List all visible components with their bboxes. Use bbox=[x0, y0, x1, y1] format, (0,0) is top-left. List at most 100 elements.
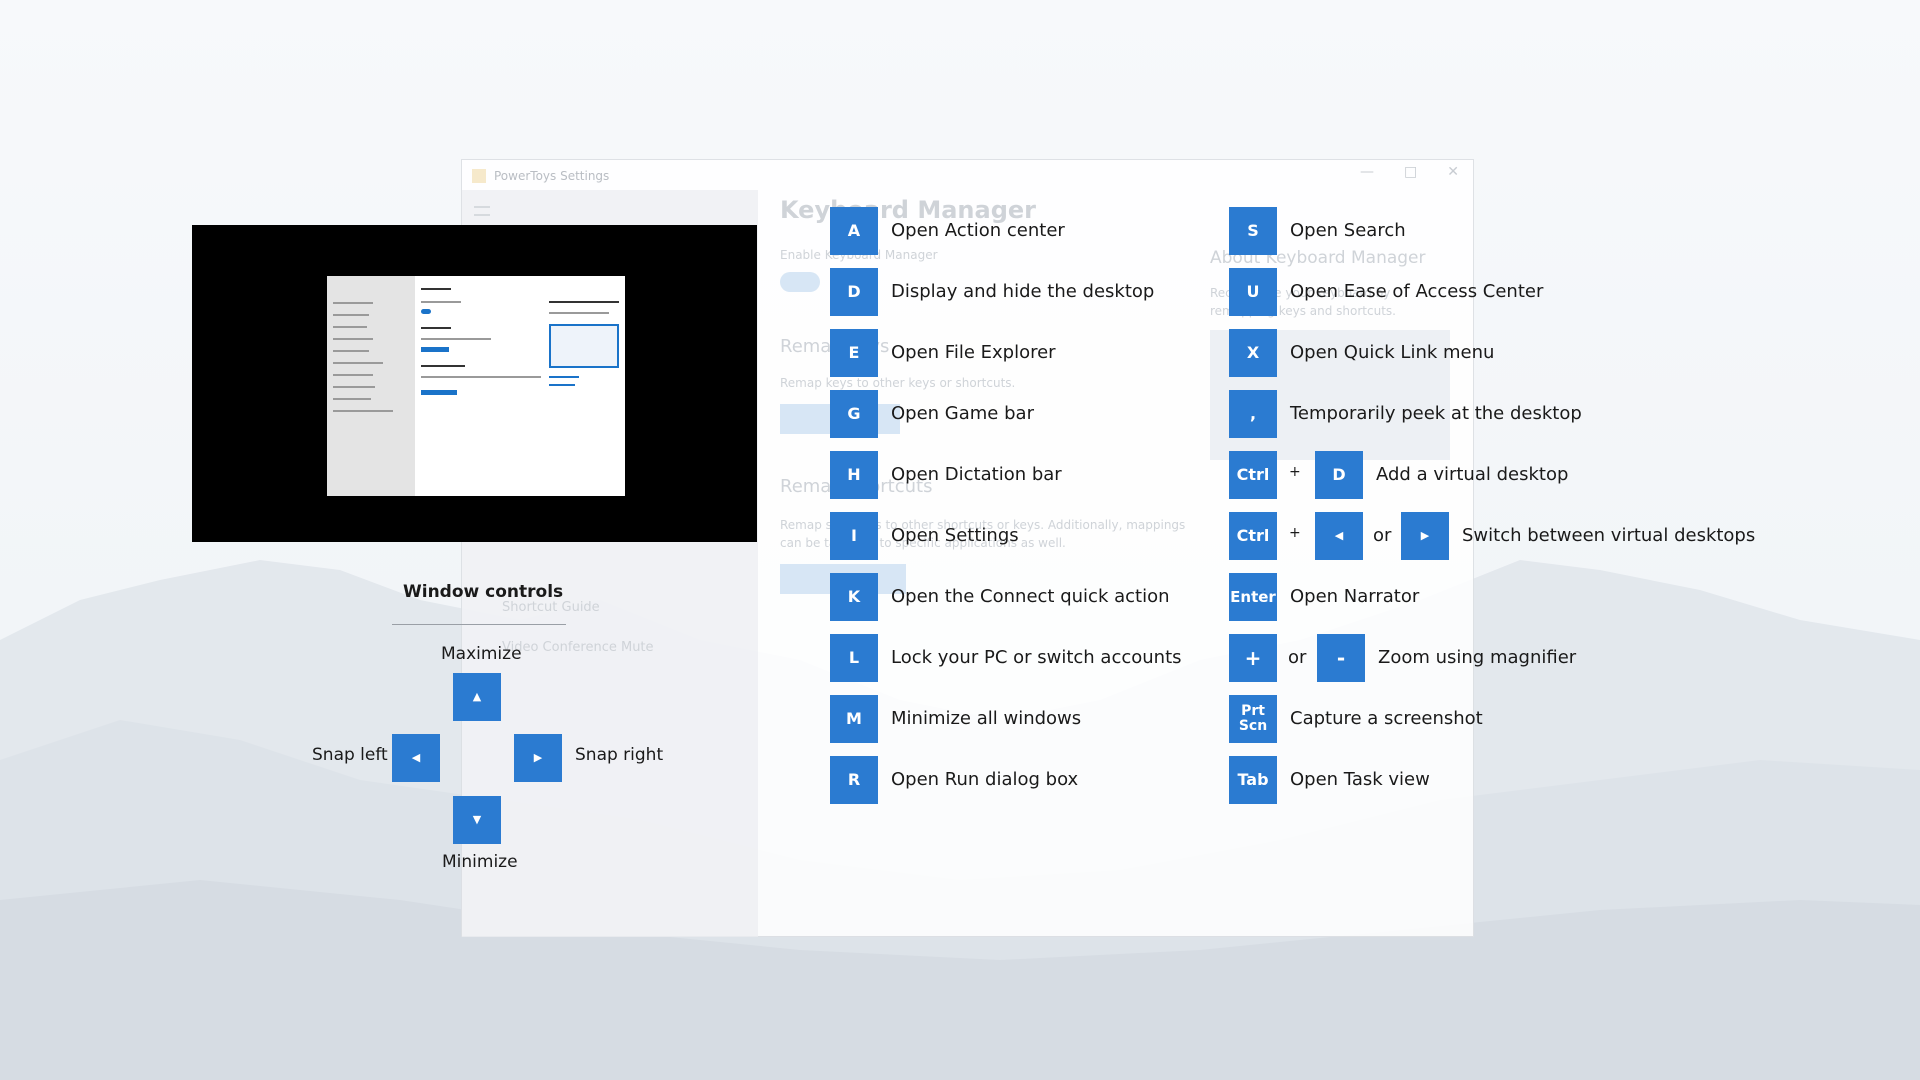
preview-line bbox=[333, 410, 393, 412]
maximize-label: Maximize bbox=[441, 644, 522, 664]
up-arrow-key: ▲ bbox=[453, 673, 501, 721]
preview-link bbox=[549, 384, 575, 386]
key-enter: Enter bbox=[1229, 573, 1277, 621]
shortcut-desc: Lock your PC or switch accounts bbox=[891, 647, 1182, 668]
preview-line bbox=[421, 338, 491, 340]
key-minus: - bbox=[1317, 634, 1365, 682]
sidebar-item-video-conference-mute[interactable]: Video Conference Mute bbox=[502, 640, 654, 655]
minimize-label: Minimize bbox=[442, 852, 518, 872]
key-m: M bbox=[830, 695, 878, 743]
shortcut-desc: Open Task view bbox=[1290, 769, 1430, 790]
left-arrow-key: ◀ bbox=[392, 734, 440, 782]
maximize-window-icon[interactable]: □ bbox=[1404, 164, 1417, 180]
key-print-screen-line2: Scn bbox=[1238, 718, 1268, 734]
plus-sign: + bbox=[1289, 525, 1301, 541]
window-controls-title: Window controls bbox=[403, 582, 564, 602]
close-window-icon[interactable]: ✕ bbox=[1447, 164, 1459, 180]
preview-line bbox=[421, 288, 451, 290]
snap-right-label: Snap right bbox=[575, 745, 664, 765]
key-i: I bbox=[830, 512, 878, 560]
preview-line bbox=[549, 301, 619, 303]
arrow-down-icon: ▼ bbox=[472, 813, 482, 826]
key-ctrl: Ctrl bbox=[1229, 451, 1277, 499]
shortcut-desc: Open Action center bbox=[891, 220, 1065, 241]
preview-screenshot bbox=[192, 225, 757, 542]
window-caption-buttons: — □ ✕ bbox=[1360, 164, 1459, 180]
preview-line bbox=[421, 327, 451, 329]
window-title: PowerToys Settings bbox=[494, 169, 610, 183]
arrow-left-icon: ◀ bbox=[411, 751, 421, 764]
hamburger-menu-icon[interactable] bbox=[474, 206, 490, 216]
shortcut-desc: Open Ease of Access Center bbox=[1290, 281, 1544, 302]
shortcut-desc: Open the Connect quick action bbox=[891, 586, 1170, 607]
key-comma: , bbox=[1229, 390, 1277, 438]
enable-toggle[interactable] bbox=[780, 272, 820, 292]
right-arrow-key: ▶ bbox=[514, 734, 562, 782]
preview-line bbox=[333, 374, 373, 376]
preview-line bbox=[333, 398, 371, 400]
remap-keys-desc: Remap keys to other keys or shortcuts. bbox=[780, 376, 1016, 390]
key-g: G bbox=[830, 390, 878, 438]
preview-line bbox=[421, 301, 461, 303]
key-a: A bbox=[830, 207, 878, 255]
preview-mini-window bbox=[327, 276, 625, 496]
key-e: E bbox=[830, 329, 878, 377]
or-label: or bbox=[1288, 647, 1307, 668]
preview-toggle bbox=[421, 309, 431, 314]
arrow-right-icon: ▶ bbox=[533, 751, 543, 764]
left-arrow-key: ◀ bbox=[1315, 512, 1363, 560]
shortcut-desc: Minimize all windows bbox=[891, 708, 1082, 729]
key-x: X bbox=[1229, 329, 1277, 377]
preview-line bbox=[333, 362, 383, 364]
or-label: or bbox=[1373, 525, 1392, 546]
key-d: D bbox=[830, 268, 878, 316]
shortcut-desc: Open Narrator bbox=[1290, 586, 1420, 607]
shortcut-desc: Open Dictation bar bbox=[891, 464, 1062, 485]
arrow-up-icon: ▲ bbox=[472, 690, 482, 703]
shortcut-desc: Open Search bbox=[1290, 220, 1406, 241]
shortcut-desc: Open File Explorer bbox=[891, 342, 1056, 363]
key-print-screen: Prt Scn bbox=[1229, 695, 1277, 743]
powertoys-app-icon bbox=[472, 169, 486, 183]
window-controls-divider bbox=[392, 624, 566, 625]
shortcut-desc: Temporarily peek at the desktop bbox=[1290, 403, 1582, 424]
snap-left-label: Snap left bbox=[312, 745, 388, 765]
preview-line bbox=[333, 302, 373, 304]
preview-line bbox=[421, 376, 541, 378]
key-l: L bbox=[830, 634, 878, 682]
shortcut-desc: Display and hide the desktop bbox=[891, 281, 1155, 302]
down-arrow-key: ▼ bbox=[453, 796, 501, 844]
shortcut-desc: Capture a screenshot bbox=[1290, 708, 1483, 729]
arrow-right-icon: ▶ bbox=[1420, 529, 1430, 542]
preview-thumbnail bbox=[549, 324, 619, 368]
preview-link bbox=[549, 376, 579, 378]
key-ctrl: Ctrl bbox=[1229, 512, 1277, 560]
right-arrow-key: ▶ bbox=[1401, 512, 1449, 560]
key-r: R bbox=[830, 756, 878, 804]
key-print-screen-line1: Prt bbox=[1241, 703, 1265, 719]
preview-line bbox=[333, 326, 367, 328]
plus-sign: + bbox=[1289, 464, 1301, 480]
key-h: H bbox=[830, 451, 878, 499]
shortcut-desc: Zoom using magnifier bbox=[1378, 647, 1577, 668]
key-plus: + bbox=[1229, 634, 1277, 682]
key-s: S bbox=[1229, 207, 1277, 255]
preview-line bbox=[333, 314, 369, 316]
shortcut-desc: Open Run dialog box bbox=[891, 769, 1079, 790]
key-u: U bbox=[1229, 268, 1277, 316]
shortcut-desc: Switch between virtual desktops bbox=[1462, 525, 1756, 546]
key-d: D bbox=[1315, 451, 1363, 499]
shortcut-desc: Open Game bar bbox=[891, 403, 1034, 424]
preview-line bbox=[333, 338, 373, 340]
shortcut-desc: Open Settings bbox=[891, 525, 1019, 546]
key-k: K bbox=[830, 573, 878, 621]
preview-line bbox=[333, 386, 375, 388]
preview-line bbox=[421, 365, 465, 367]
minimize-window-icon[interactable]: — bbox=[1360, 164, 1374, 180]
preview-button bbox=[421, 390, 457, 395]
arrow-left-icon: ◀ bbox=[1334, 529, 1344, 542]
preview-button bbox=[421, 347, 449, 352]
shortcut-desc: Add a virtual desktop bbox=[1376, 464, 1569, 485]
sidebar-item-shortcut-guide[interactable]: Shortcut Guide bbox=[502, 600, 600, 615]
window-titlebar: PowerToys Settings bbox=[472, 166, 609, 186]
